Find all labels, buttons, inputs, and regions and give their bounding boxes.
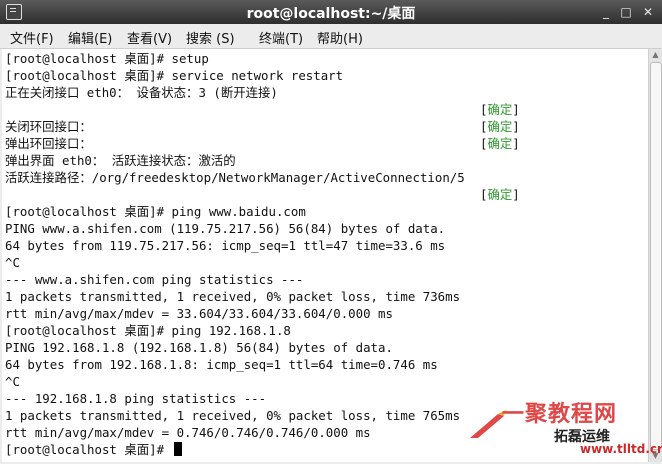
terminal-window: root@localhost:~/桌面 _ □ ✕ 文件(F) 编辑(E) 查看… (0, 0, 662, 464)
terminal-line: [root@localhost 桌面]# setup (5, 51, 209, 66)
status-ok-label: [确定] (480, 119, 520, 134)
terminal-line: 弹出环回接口： (5, 136, 92, 151)
menu-bar: 文件(F) 编辑(E) 查看(V) 搜索 (S) 终端(T) 帮助(H) (0, 24, 662, 49)
status-ok-text: 确定 (487, 119, 513, 134)
terminal-line: ^C (5, 374, 20, 389)
watermark-url: www.tlltd.cn (580, 442, 662, 456)
scrollbar-thumb[interactable] (650, 62, 662, 450)
menu-edit[interactable]: 编辑(E) (68, 28, 112, 47)
terminal-line: 1 packets transmitted, 1 received, 0% pa… (5, 408, 461, 423)
window-title: root@localhost:~/桌面 (246, 6, 416, 22)
menu-search[interactable]: 搜索 (S) (186, 28, 235, 47)
menu-file[interactable]: 文件(F) (10, 28, 54, 47)
terminal-line: 64 bytes from 119.75.217.56: icmp_seq=1 … (5, 238, 446, 253)
status-ok-text: 确定 (487, 102, 513, 117)
status-ok-label: [确定] (480, 187, 520, 202)
status-ok-label: [确定] (480, 136, 520, 151)
terminal-line: PING 192.168.1.8 (192.168.1.8) 56(84) by… (5, 340, 393, 355)
terminal-line: [root@localhost 桌面]# (5, 441, 182, 458)
terminal-line: rtt min/avg/max/mdev = 33.604/33.604/33.… (5, 306, 393, 321)
watermark-main-text: 一聚教程网 (502, 402, 618, 427)
minimize-button[interactable]: _ (598, 4, 614, 20)
terminal-line: 活跃连接路径：/org/freedesktop/NetworkManager/A… (5, 170, 465, 185)
status-ok-text: 确定 (487, 187, 513, 202)
terminal-line: 64 bytes from 192.168.1.8: icmp_seq=1 tt… (5, 357, 438, 372)
status-ok-label: [确定] (480, 102, 520, 117)
terminal-line: [root@localhost 桌面]# service network res… (5, 68, 344, 83)
menu-terminal[interactable]: 终端(T) (259, 28, 303, 47)
close-button[interactable]: ✕ (640, 4, 656, 20)
menu-help[interactable]: 帮助(H) (317, 28, 363, 47)
title-bar[interactable]: root@localhost:~/桌面 _ □ ✕ (0, 0, 662, 24)
maximize-button[interactable]: □ (618, 4, 634, 20)
terminal-line: --- 192.168.1.8 ping statistics --- (5, 391, 267, 406)
menu-view[interactable]: 查看(V) (127, 28, 172, 47)
terminal-line: [root@localhost 桌面]# ping 192.168.1.8 (5, 323, 291, 338)
terminal-line: 关闭环回接口： (5, 119, 92, 134)
terminal-line: [root@localhost 桌面]# ping www.baidu.com (5, 204, 306, 219)
terminal-cursor (173, 442, 182, 456)
watermark: 一聚教程网 拓磊运维 www.tlltd.cn (468, 396, 662, 460)
terminal-line: ^C (5, 255, 20, 270)
status-ok-text: 确定 (487, 136, 513, 151)
terminal-line: 弹出界面 eth0： 活跃连接状态：激活的 (5, 153, 236, 168)
terminal-line: --- www.a.shifen.com ping statistics --- (5, 272, 304, 287)
terminal-line: PING www.a.shifen.com (119.75.217.56) 56… (5, 221, 446, 236)
scroll-up-arrow-icon[interactable]: ▲ (649, 49, 662, 61)
terminal-line: rtt min/avg/max/mdev = 0.746/0.746/0.746… (5, 425, 371, 440)
terminal-line: 1 packets transmitted, 1 received, 0% pa… (5, 289, 461, 304)
terminal-line: 正在关闭接口 eth0： 设备状态：3 (断开连接) (5, 85, 278, 100)
